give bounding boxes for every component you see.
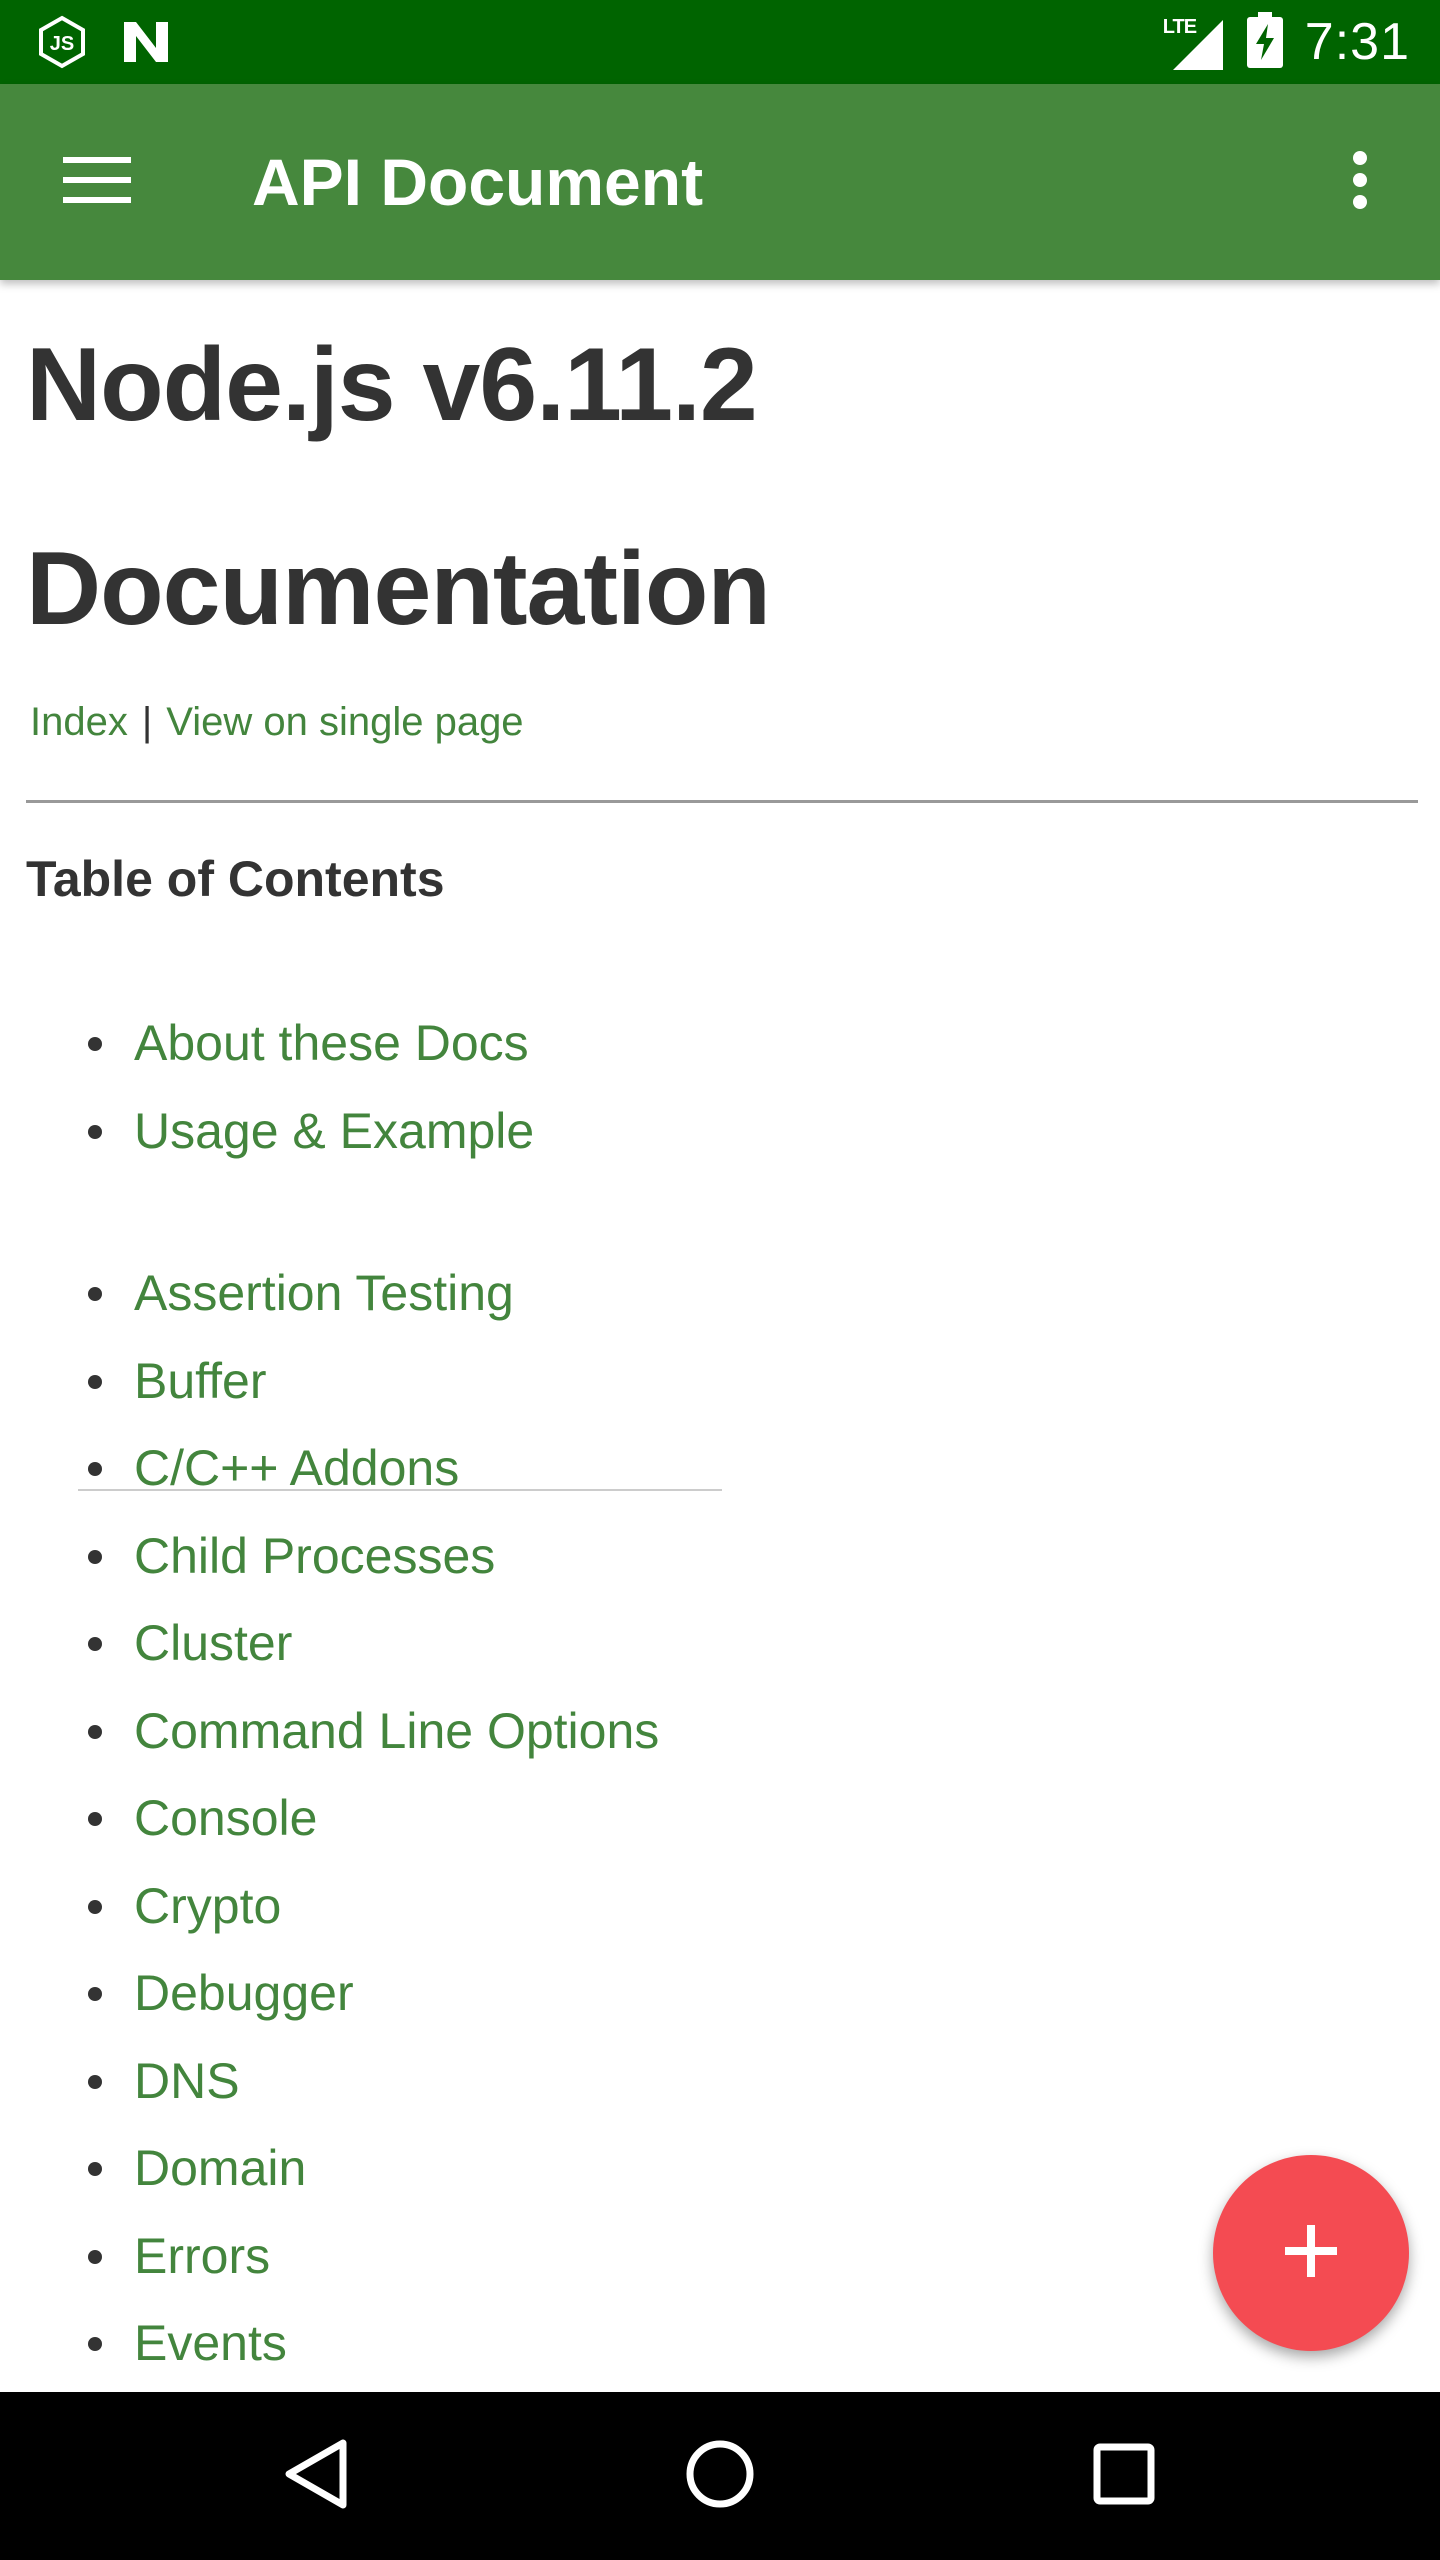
bullet: [88, 1812, 102, 1826]
document-content: Node.js v6.11.2 Documentation Index | View…: [0, 280, 1440, 2392]
toc-link-buffer[interactable]: Buffer: [134, 1353, 267, 1409]
list-item: Child Processes: [0, 1513, 659, 1601]
toc-link-crypto[interactable]: Crypto: [134, 1878, 281, 1934]
list-item: Cluster: [0, 1600, 659, 1688]
toc-link-addons[interactable]: C/C++ Addons: [134, 1440, 459, 1496]
bullet: [88, 1287, 102, 1301]
add-fab-button[interactable]: [1213, 2155, 1409, 2351]
toc-link-dns[interactable]: DNS: [134, 2053, 240, 2109]
more-vertical-icon: [1350, 150, 1370, 215]
list-item: Buffer: [0, 1338, 659, 1426]
bullet: [88, 1374, 102, 1389]
bullet: [88, 2074, 102, 2089]
bullet: [88, 2162, 102, 2176]
list-item: Debugger: [0, 1950, 659, 2038]
list-item: DNS: [0, 2038, 659, 2126]
app-bar: API Document: [0, 84, 1440, 280]
battery-charging-icon: [1246, 11, 1283, 73]
toc-link-command-line-options[interactable]: Command Line Options: [134, 1703, 659, 1759]
bullet: [88, 1037, 102, 1051]
bullet: [88, 1987, 102, 2001]
toc-link-console[interactable]: Console: [134, 1790, 317, 1846]
toc-link-child-processes[interactable]: Child Processes: [134, 1528, 495, 1584]
back-triangle-icon: [281, 2437, 351, 2516]
home-circle-icon: [684, 2438, 756, 2515]
bullet: [88, 1899, 102, 1914]
nodejs-app-icon: JS: [34, 14, 90, 70]
page-title-continued: Documentation: [26, 531, 771, 647]
toc-link-about-docs[interactable]: About these Docs: [134, 1015, 529, 1071]
toc-link-events[interactable]: Events: [134, 2315, 287, 2371]
menu-button[interactable]: [52, 140, 142, 224]
clock: 7:31: [1304, 13, 1410, 71]
toc-modules-list: Assertion Testing Buffer C/C++ Addons Ch…: [0, 1250, 659, 2388]
toc-link-domain[interactable]: Domain: [134, 2140, 306, 2196]
svg-text:JS: JS: [50, 33, 74, 55]
bullet: [88, 1724, 102, 1739]
link-separator: |: [141, 700, 153, 744]
index-link[interactable]: Index: [30, 700, 128, 744]
home-button[interactable]: [660, 2416, 780, 2536]
list-item: Usage & Example: [0, 1088, 534, 1176]
list-item: Domain: [0, 2125, 659, 2213]
toc-link-cluster[interactable]: Cluster: [134, 1615, 292, 1671]
doc-links: Index | View on single page: [30, 700, 524, 745]
toc-primary-list: About these Docs Usage & Example: [0, 1000, 534, 1175]
back-button[interactable]: [256, 2416, 376, 2536]
hamburger-menu-icon: [63, 155, 131, 210]
bullet: [88, 2249, 102, 2264]
plus-icon: [1283, 2223, 1339, 2284]
list-item: Errors: [0, 2213, 659, 2301]
recents-button[interactable]: [1064, 2416, 1184, 2536]
system-nav-bar: [0, 2392, 1440, 2560]
toc-link-usage-example[interactable]: Usage & Example: [134, 1103, 534, 1159]
list-item: About these Docs: [0, 1000, 534, 1088]
bullet: [88, 1549, 102, 1564]
bullet: [88, 1637, 102, 1651]
list-item: Command Line Options: [0, 1688, 659, 1776]
recents-square-icon: [1092, 2442, 1156, 2511]
single-page-link[interactable]: View on single page: [166, 700, 523, 744]
list-item: Crypto: [0, 1863, 659, 1951]
status-bar: JS LTE 7:31: [0, 0, 1440, 84]
toc-link-assertion-testing[interactable]: Assertion Testing: [134, 1265, 514, 1321]
overflow-menu-button[interactable]: [1320, 140, 1400, 224]
signal-icon: LTE: [1163, 14, 1225, 70]
page-title: Node.js v6.11.2: [26, 327, 758, 443]
list-item: Console: [0, 1775, 659, 1863]
bullet: [88, 1124, 102, 1139]
bullet: [88, 1462, 102, 1476]
app-title: API Document: [252, 145, 704, 219]
toc-link-errors[interactable]: Errors: [134, 2228, 270, 2284]
toc-link-debugger[interactable]: Debugger: [134, 1965, 354, 2021]
list-item: C/C++ Addons: [0, 1425, 659, 1513]
list-item: Events: [0, 2300, 659, 2388]
bullet: [88, 2337, 102, 2351]
divider: [26, 800, 1418, 803]
toc-heading: Table of Contents: [26, 851, 445, 907]
list-item: Assertion Testing: [0, 1250, 659, 1338]
n-app-icon: [118, 14, 174, 70]
